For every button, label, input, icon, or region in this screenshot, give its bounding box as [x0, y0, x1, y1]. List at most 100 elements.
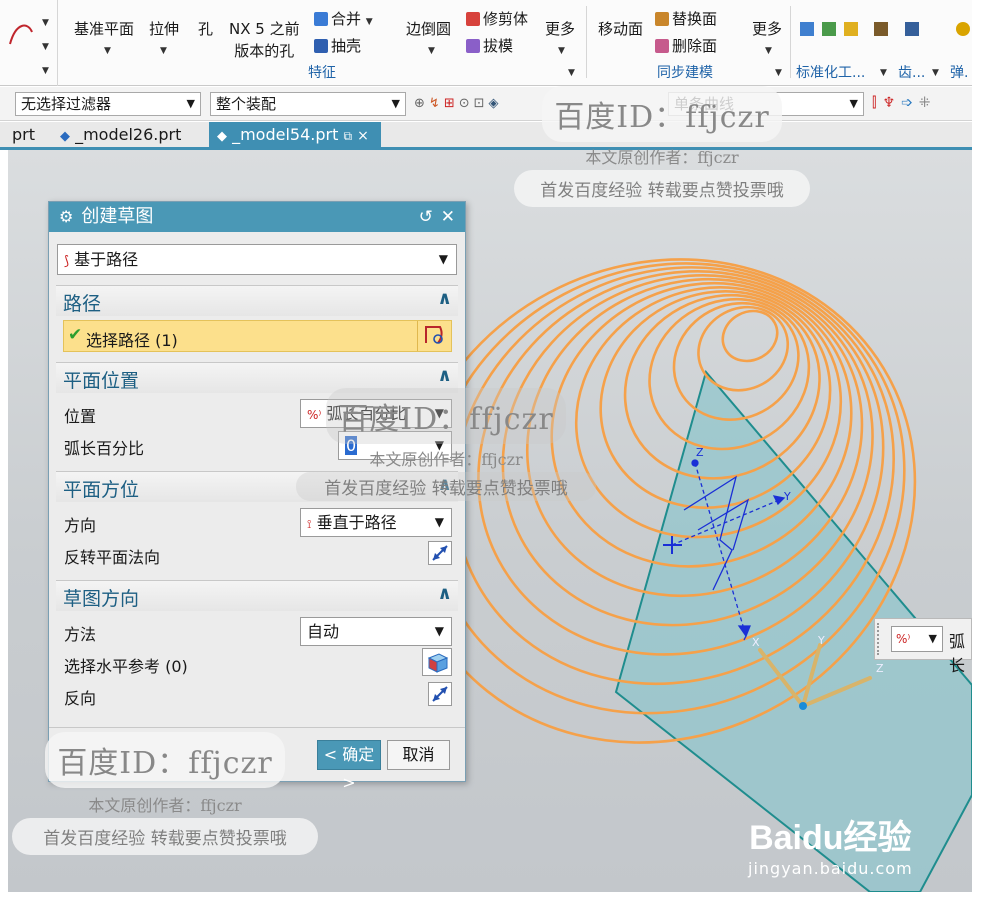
reverse-direction-icon: [432, 686, 448, 702]
location-dropdown[interactable]: %⁾ 弧长百分比 ▼: [300, 399, 452, 428]
axis-label-y: Y: [783, 490, 791, 503]
chevron-down-icon: ▼: [434, 624, 444, 638]
standard-parts-icons[interactable]: [800, 20, 861, 38]
chevron-up-icon[interactable]: ∧: [437, 365, 452, 386]
dialog-button-bar: < 确定 > 取消: [49, 727, 465, 792]
selection-bar: 无选择过滤器 ▼ 整个装配 ▼ ⊕↯⊞⊙⊡◈ 单条曲线 ▼ ⫿♆➩⁜: [0, 87, 972, 121]
close-icon[interactable]: ✕: [441, 202, 455, 232]
gear-icon[interactable]: ⚙: [59, 207, 73, 226]
curve-rule-dropdown[interactable]: 单条曲线 ▼: [668, 92, 864, 116]
snap-solid-icon: ◈: [488, 96, 503, 111]
reverse-row: 反向: [56, 679, 458, 711]
feature-group: 特征: [308, 65, 336, 81]
axis-label-x: X: [752, 636, 760, 649]
snap-end-icon: ↯: [428, 96, 444, 111]
tab-model26[interactable]: ◆ _model26.prt: [52, 122, 189, 147]
drag-handle[interactable]: [877, 623, 883, 655]
dialog-title-bar[interactable]: ⚙ 创建草图 ↺ ✕: [49, 202, 465, 232]
horizontal-ref-row: 选择水平参考 (0): [56, 647, 458, 679]
chevron-up-icon[interactable]: ∧: [437, 583, 452, 604]
axis-label-y2: Y: [817, 634, 825, 647]
tab-model54[interactable]: ◆ _model54.prt ⧉ ×: [209, 122, 381, 147]
gear-design-icon[interactable]: [905, 20, 922, 38]
tab-pin-icon[interactable]: ⧉: [343, 129, 352, 143]
create-sketch-dialog[interactable]: ⚙创建草图 ↺ ✕ ⟆ 基于路径 ▼ 路径 ∧ ✔ 选择路径 (1) 平面位置: [48, 201, 466, 792]
tab-prt[interactable]: prt: [4, 122, 43, 147]
sync-group: 同步建模: [657, 65, 713, 81]
selection-filter-dropdown[interactable]: 无选择过滤器 ▼: [15, 92, 201, 116]
reset-icon[interactable]: ↺: [419, 202, 433, 232]
select-path-row[interactable]: ✔ 选择路径 (1): [63, 320, 452, 352]
plane-orientation-header[interactable]: 平面方位 ∧: [56, 472, 458, 502]
axis-label-z2: Z: [876, 662, 884, 675]
snap-box-icon: ⊡: [473, 96, 489, 111]
part-file-icon: ◆: [60, 129, 70, 144]
arc-percent-row: 弧长百分比 0 ▼: [56, 429, 458, 461]
snap-tools-icons[interactable]: ⊕↯⊞⊙⊡◈: [414, 96, 503, 111]
washer-icon: [821, 22, 836, 36]
curve-icon: [9, 24, 33, 45]
normal-to-path-icon: ⟟: [307, 517, 312, 531]
direction-row: 方向 ⟟ 垂直于路径 ▼: [56, 506, 458, 538]
plane-location-header[interactable]: 平面位置 ∧: [56, 363, 458, 393]
direction-dropdown[interactable]: ⟟ 垂直于路径 ▼: [300, 508, 452, 537]
check-icon: ✔: [68, 325, 83, 345]
axis-label-z: Z: [696, 446, 704, 459]
method-dropdown[interactable]: 自动 ▼: [300, 617, 452, 646]
chevron-up-icon[interactable]: ∧: [437, 474, 452, 495]
cube-face-icon: [427, 653, 449, 673]
arc-percent-input[interactable]: 0 ▼: [338, 431, 452, 460]
reverse-direction-icon: [432, 545, 448, 561]
gear-group-label: 齿...: [898, 65, 926, 81]
percent-icon: %⁾: [896, 632, 911, 646]
gear-tools-icon[interactable]: [874, 20, 891, 38]
part-file-icon: ◆: [217, 129, 227, 144]
sketch-curve-dropdown[interactable]: ▼ ▼ ▼: [0, 0, 58, 86]
baidu-jingyan-logo: Baidu经验 jingyan.baidu.com: [748, 819, 913, 878]
reverse-button[interactable]: [428, 682, 452, 706]
snap-mid-icon: ⊞: [443, 96, 459, 111]
file-tabs: prt ◆ _model26.prt ◆ _model54.prt ⧉ ×: [0, 122, 972, 150]
reverse-normal-button[interactable]: [428, 541, 452, 565]
path-select-icon[interactable]: [417, 321, 451, 351]
chevron-down-icon: ▼: [434, 406, 444, 420]
plane-location-section: 平面位置 ∧ 位置 %⁾ 弧长百分比 ▼ 弧长百分比 0 ▼: [56, 362, 458, 461]
path-type-icon: ⟆: [64, 254, 70, 269]
standard-group-label: 标准化工...: [796, 65, 866, 81]
stop-at-icon: ♆: [882, 95, 902, 111]
nut-icon: [843, 22, 858, 36]
spring-icon[interactable]: [956, 20, 973, 38]
curve-options-icons[interactable]: ⫿♆➩⁜: [872, 95, 937, 111]
chevron-down-icon: ▼: [928, 632, 937, 645]
ribbon-toolbar: ▼ ▼ ▼ 基准平面 ▼ 拉伸 ▼ 孔 NX 5 之前 版本的孔 合并 ▼ 抽壳…: [0, 0, 972, 86]
chevron-down-icon: ▼: [434, 515, 444, 529]
floating-location-bar[interactable]: %⁾ ▼ 弧长: [874, 618, 972, 675]
bolt-icon: [800, 22, 814, 36]
sketch-type-dropdown[interactable]: ⟆ 基于路径 ▼: [57, 244, 457, 275]
chevron-up-icon[interactable]: ∧: [437, 288, 452, 309]
reverse-normal-row: 反转平面法向: [56, 538, 458, 570]
snap-grid-icon: ⁜: [918, 95, 937, 111]
float-location-dropdown[interactable]: %⁾ ▼: [891, 626, 943, 652]
snap-quad-icon: ⊙: [458, 96, 474, 111]
intersection-icon: ⫿: [872, 95, 883, 111]
percent-icon: %⁾: [307, 408, 322, 422]
sketch-orientation-header[interactable]: 草图方向 ∧: [56, 581, 458, 611]
plane-orientation-section: 平面方位 ∧ 方向 ⟟ 垂直于路径 ▼ 反转平面法向: [56, 471, 458, 570]
float-label: 弧长: [949, 632, 966, 675]
ok-button[interactable]: < 确定 >: [317, 740, 381, 792]
location-row: 位置 %⁾ 弧长百分比 ▼: [56, 397, 458, 429]
chevron-down-icon: ▼: [186, 97, 195, 110]
spring-group-label: 弹.: [950, 65, 969, 81]
follow-icon: ➩: [901, 95, 919, 111]
select-face-button[interactable]: [422, 648, 452, 676]
chevron-down-icon: ▼: [434, 438, 444, 452]
close-icon[interactable]: ×: [357, 128, 369, 144]
selection-scope-dropdown[interactable]: 整个装配 ▼: [210, 92, 406, 116]
chevron-down-icon: ▼: [391, 97, 400, 110]
path-section-header[interactable]: 路径 ∧: [56, 286, 458, 316]
chevron-down-icon: ▼: [849, 97, 858, 110]
chevron-down-icon: ▼: [438, 252, 448, 266]
cancel-button[interactable]: 取消: [387, 740, 450, 770]
origin-point: [799, 702, 807, 710]
